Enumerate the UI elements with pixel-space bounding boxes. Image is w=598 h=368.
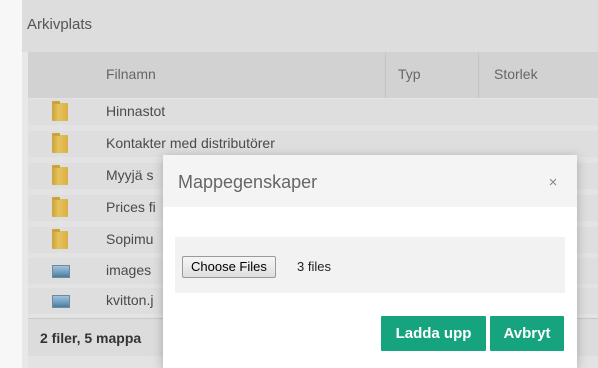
file-name: Prices fi [106,199,156,215]
file-name: kvitton.j [106,292,154,308]
summary-text: 2 filer, 5 mappa [40,330,142,346]
selected-file-count: 3 files [297,259,331,274]
file-name: images [106,262,152,278]
folder-icon [52,229,68,249]
dialog-title: Mappegenskaper [178,172,318,192]
file-name: Hinnastot [106,103,166,119]
upload-button[interactable]: Ladda upp [381,316,486,351]
column-header-name[interactable]: Filnamn [106,66,156,82]
table-row[interactable]: Hinnastot [28,99,598,125]
column-header-type[interactable]: Typ [398,66,421,82]
column-divider[interactable] [385,52,386,98]
image-file-icon [52,295,70,308]
file-name: Sopimu [106,231,154,247]
panel-title: Arkivplats [22,0,598,52]
folder-icon [52,133,68,153]
choose-files-button[interactable]: Choose Files [182,256,276,278]
column-divider[interactable] [478,52,479,98]
folder-icon [52,101,68,121]
folder-icon [52,197,68,217]
file-name: Myyjä s [106,167,154,183]
image-file-icon [52,265,70,278]
cancel-button[interactable]: Avbryt [490,316,564,351]
table-row[interactable]: Kontakter med distributörer [28,131,598,157]
close-icon[interactable]: × [545,175,561,191]
column-header-size[interactable]: Storlek [494,66,538,82]
folder-icon [52,165,68,185]
file-name: Kontakter med distributörer [106,135,275,151]
